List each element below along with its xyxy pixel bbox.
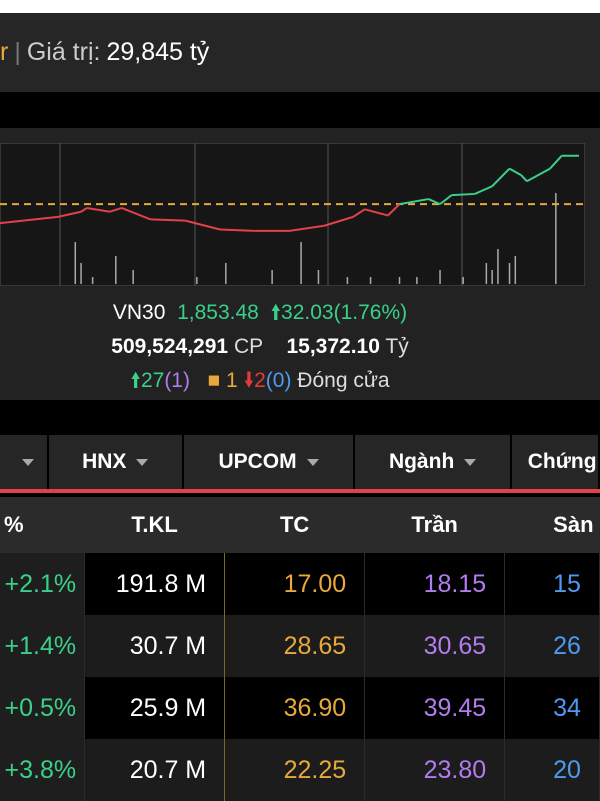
stock-table: % T.KL TC Trần Sàn +2.1% 191.8 M 17.00 18.1… xyxy=(0,497,600,801)
index-change: 32.03(1.76%) xyxy=(281,301,408,324)
tab-hose[interactable] xyxy=(0,435,49,489)
arrow-up-icon: 🠙 xyxy=(270,301,282,324)
tab-label: HNX xyxy=(82,450,127,473)
total-volume: 25.9 M xyxy=(84,677,226,739)
square-icon: ■ xyxy=(207,369,221,392)
tab-hnx[interactable]: HNX xyxy=(48,435,184,489)
total-volume: 20.7 M xyxy=(84,739,226,801)
percent-change: +3.8% xyxy=(0,739,86,801)
reference-price: 28.65 xyxy=(224,615,366,677)
vn30-intraday-chart[interactable] xyxy=(0,143,585,286)
percent-change: +1.4% xyxy=(0,615,86,677)
arrow-down-icon: 🠛 xyxy=(243,369,255,392)
total-volume: 30.7 M xyxy=(84,615,226,677)
header-separator: | xyxy=(14,38,21,66)
index-volume: 509,524,291 xyxy=(111,335,229,358)
floor-price: 15 xyxy=(504,553,600,615)
ceiling-count: (1) xyxy=(164,369,190,392)
price-line-segment xyxy=(219,228,255,232)
floor-price: 26 xyxy=(504,615,600,677)
total-volume: 191.8 M xyxy=(84,553,226,615)
unchanged: 1 xyxy=(226,369,238,392)
tab-label: UPCOM xyxy=(218,450,297,473)
floor-count: (0) xyxy=(265,369,292,392)
value-label: Giá trị: xyxy=(26,38,101,66)
ceiling-price: 23.80 xyxy=(364,739,506,801)
tab-industry[interactable]: Ngành xyxy=(355,435,512,489)
price-line-segment xyxy=(150,218,186,222)
table-row[interactable]: +1.4% 30.7 M 28.65 30.65 26 xyxy=(0,615,600,677)
ceiling-price: 39.45 xyxy=(364,677,506,739)
total-value: 29,845 tỷ xyxy=(106,38,210,66)
tab-upcom[interactable]: UPCOM xyxy=(183,435,356,489)
reference-price: 17.00 xyxy=(224,553,366,615)
turnover-unit: Tỷ xyxy=(385,335,409,358)
floor-price: 20 xyxy=(504,739,600,801)
reference-price: 22.25 xyxy=(224,739,366,801)
floor-price: 34 xyxy=(504,677,600,739)
col-header-ceiling[interactable]: Trần xyxy=(364,497,506,553)
volume-unit: CP xyxy=(233,335,264,358)
chevron-down-icon xyxy=(136,458,149,466)
chevron-down-icon xyxy=(464,458,477,466)
table-row[interactable]: +0.5% 25.9 M 36.90 39.45 34 xyxy=(0,677,600,739)
col-header-percent[interactable]: % xyxy=(0,497,86,553)
divider-band xyxy=(0,400,600,435)
col-header-reference[interactable]: TC xyxy=(224,497,366,553)
col-header-floor[interactable]: Sàn xyxy=(504,497,600,553)
table-row[interactable]: +2.1% 191.8 M 17.00 18.15 15 xyxy=(0,553,600,615)
top-edge xyxy=(0,0,600,13)
ceiling-price: 30.65 xyxy=(364,615,506,677)
index-name: VN30 xyxy=(112,301,166,324)
tab-securities[interactable]: Chứng xyxy=(511,435,600,489)
percent-change: +2.1% xyxy=(0,553,86,615)
exchange-tabs: HNX UPCOM Ngành Chứng xyxy=(0,435,600,493)
tab-label: Ngành xyxy=(388,450,455,473)
decliners: 2 xyxy=(254,369,266,392)
arrow-up-icon: 🠙 xyxy=(130,369,141,392)
table-header: % T.KL TC Trần Sàn xyxy=(0,497,600,553)
header-partial-label: r xyxy=(0,38,9,66)
index-value: 1,853.48 xyxy=(177,301,259,324)
table-row[interactable]: +3.8% 20.7 M 22.25 23.80 20 xyxy=(0,739,600,801)
divider-band xyxy=(0,92,600,128)
chevron-down-icon xyxy=(22,458,35,466)
percent-change: +0.5% xyxy=(0,677,86,739)
market-status: Đóng cửa xyxy=(297,369,390,392)
ceiling-price: 18.15 xyxy=(364,553,506,615)
price-line-segment xyxy=(451,192,475,197)
tab-label: Chứng xyxy=(527,450,597,473)
market-summary-header: r | Giá trị: 29,845 tỷ xyxy=(0,13,600,92)
col-header-total-volume[interactable]: T.KL xyxy=(84,497,226,553)
index-turnover: 15,372.10 xyxy=(286,335,380,358)
chevron-down-icon xyxy=(306,458,319,466)
reference-price: 36.90 xyxy=(224,677,366,739)
advancers: 27 xyxy=(140,369,165,392)
index-info: VN30 1,853.48 🠙32.03(1.76%) 509,524,291 … xyxy=(0,296,520,398)
